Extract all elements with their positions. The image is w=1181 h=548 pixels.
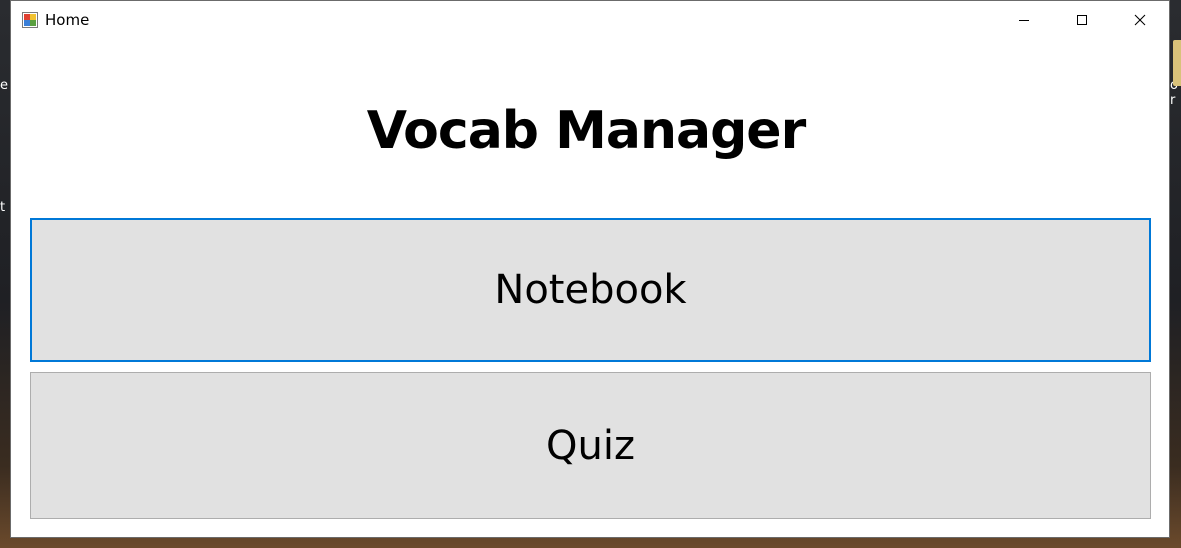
maximize-icon	[1077, 15, 1087, 25]
page-title: Vocab Manager	[366, 101, 806, 161]
quiz-button-label: Quiz	[546, 422, 635, 469]
close-icon	[1134, 14, 1146, 26]
close-button[interactable]	[1111, 1, 1169, 39]
notebook-button-label: Notebook	[494, 267, 687, 313]
window-title: Home	[45, 11, 90, 29]
notebook-button[interactable]: Notebook	[30, 218, 1151, 362]
maximize-button[interactable]	[1053, 1, 1111, 39]
minimize-icon	[1019, 20, 1029, 21]
windows-form-icon	[22, 12, 38, 28]
desktop-text-fragment: e	[0, 78, 8, 93]
app-window: Home Vocab Manager Notebook Quiz	[10, 0, 1170, 538]
desktop-icon-tile[interactable]	[1173, 40, 1181, 86]
quiz-button[interactable]: Quiz	[30, 372, 1151, 519]
desktop-text-fragment: t	[0, 200, 6, 215]
minimize-button[interactable]	[995, 1, 1053, 39]
title-bar[interactable]: Home	[11, 1, 1169, 39]
